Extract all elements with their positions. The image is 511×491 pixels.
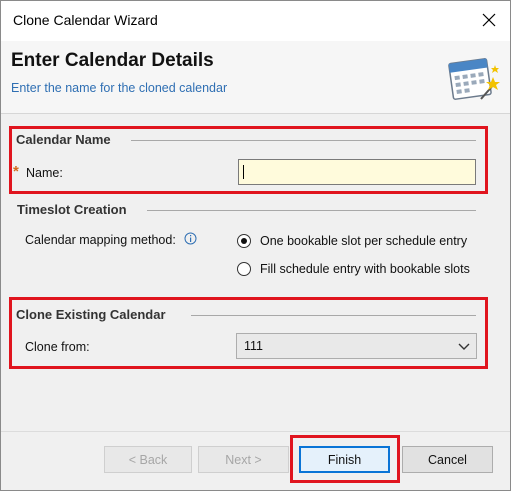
name-input[interactable]	[238, 159, 476, 185]
radio-fill-with-slots[interactable]	[237, 262, 251, 276]
next-button[interactable]: Next >	[198, 446, 289, 473]
title-bar: Clone Calendar Wizard	[1, 1, 510, 41]
timeslot-group-title: Timeslot Creation	[17, 202, 127, 217]
wizard-header: Enter Calendar Details Enter the name fo…	[1, 41, 510, 114]
finish-button[interactable]: Finish	[299, 446, 390, 473]
page-subtitle: Enter the name for the cloned calendar	[11, 81, 228, 95]
clone-existing-separator	[191, 315, 476, 316]
timeslot-separator	[147, 210, 476, 211]
window-title: Clone Calendar Wizard	[13, 12, 158, 28]
radio-one-slot-per-entry[interactable]	[237, 234, 251, 248]
close-icon[interactable]	[478, 9, 500, 31]
option-fill-slots-label[interactable]: Fill schedule entry with bookable slots	[260, 262, 470, 276]
footer-separator	[1, 431, 510, 432]
cancel-button[interactable]: Cancel	[402, 446, 493, 473]
text-caret	[243, 165, 244, 179]
calendar-name-group-title: Calendar Name	[16, 132, 111, 147]
clone-from-select[interactable]: 111	[236, 333, 477, 359]
clone-from-value: 111	[244, 339, 264, 353]
clone-existing-group-title: Clone Existing Calendar	[16, 307, 166, 322]
option-one-slot-label[interactable]: One bookable slot per schedule entry	[260, 234, 467, 248]
required-marker: *	[13, 163, 19, 180]
calendar-name-separator	[131, 140, 476, 141]
back-button[interactable]: < Back	[104, 446, 192, 473]
calendar-wizard-icon	[448, 58, 500, 100]
info-icon[interactable]	[184, 232, 197, 245]
clone-calendar-wizard-dialog: Clone Calendar Wizard Enter Calendar Det…	[0, 0, 511, 491]
radio-selected-dot	[241, 238, 247, 244]
chevron-down-icon	[458, 343, 470, 350]
mapping-method-label: Calendar mapping method:	[25, 233, 176, 247]
page-title: Enter Calendar Details	[11, 50, 214, 71]
name-label: Name:	[26, 166, 63, 180]
clone-from-label: Clone from:	[25, 340, 90, 354]
